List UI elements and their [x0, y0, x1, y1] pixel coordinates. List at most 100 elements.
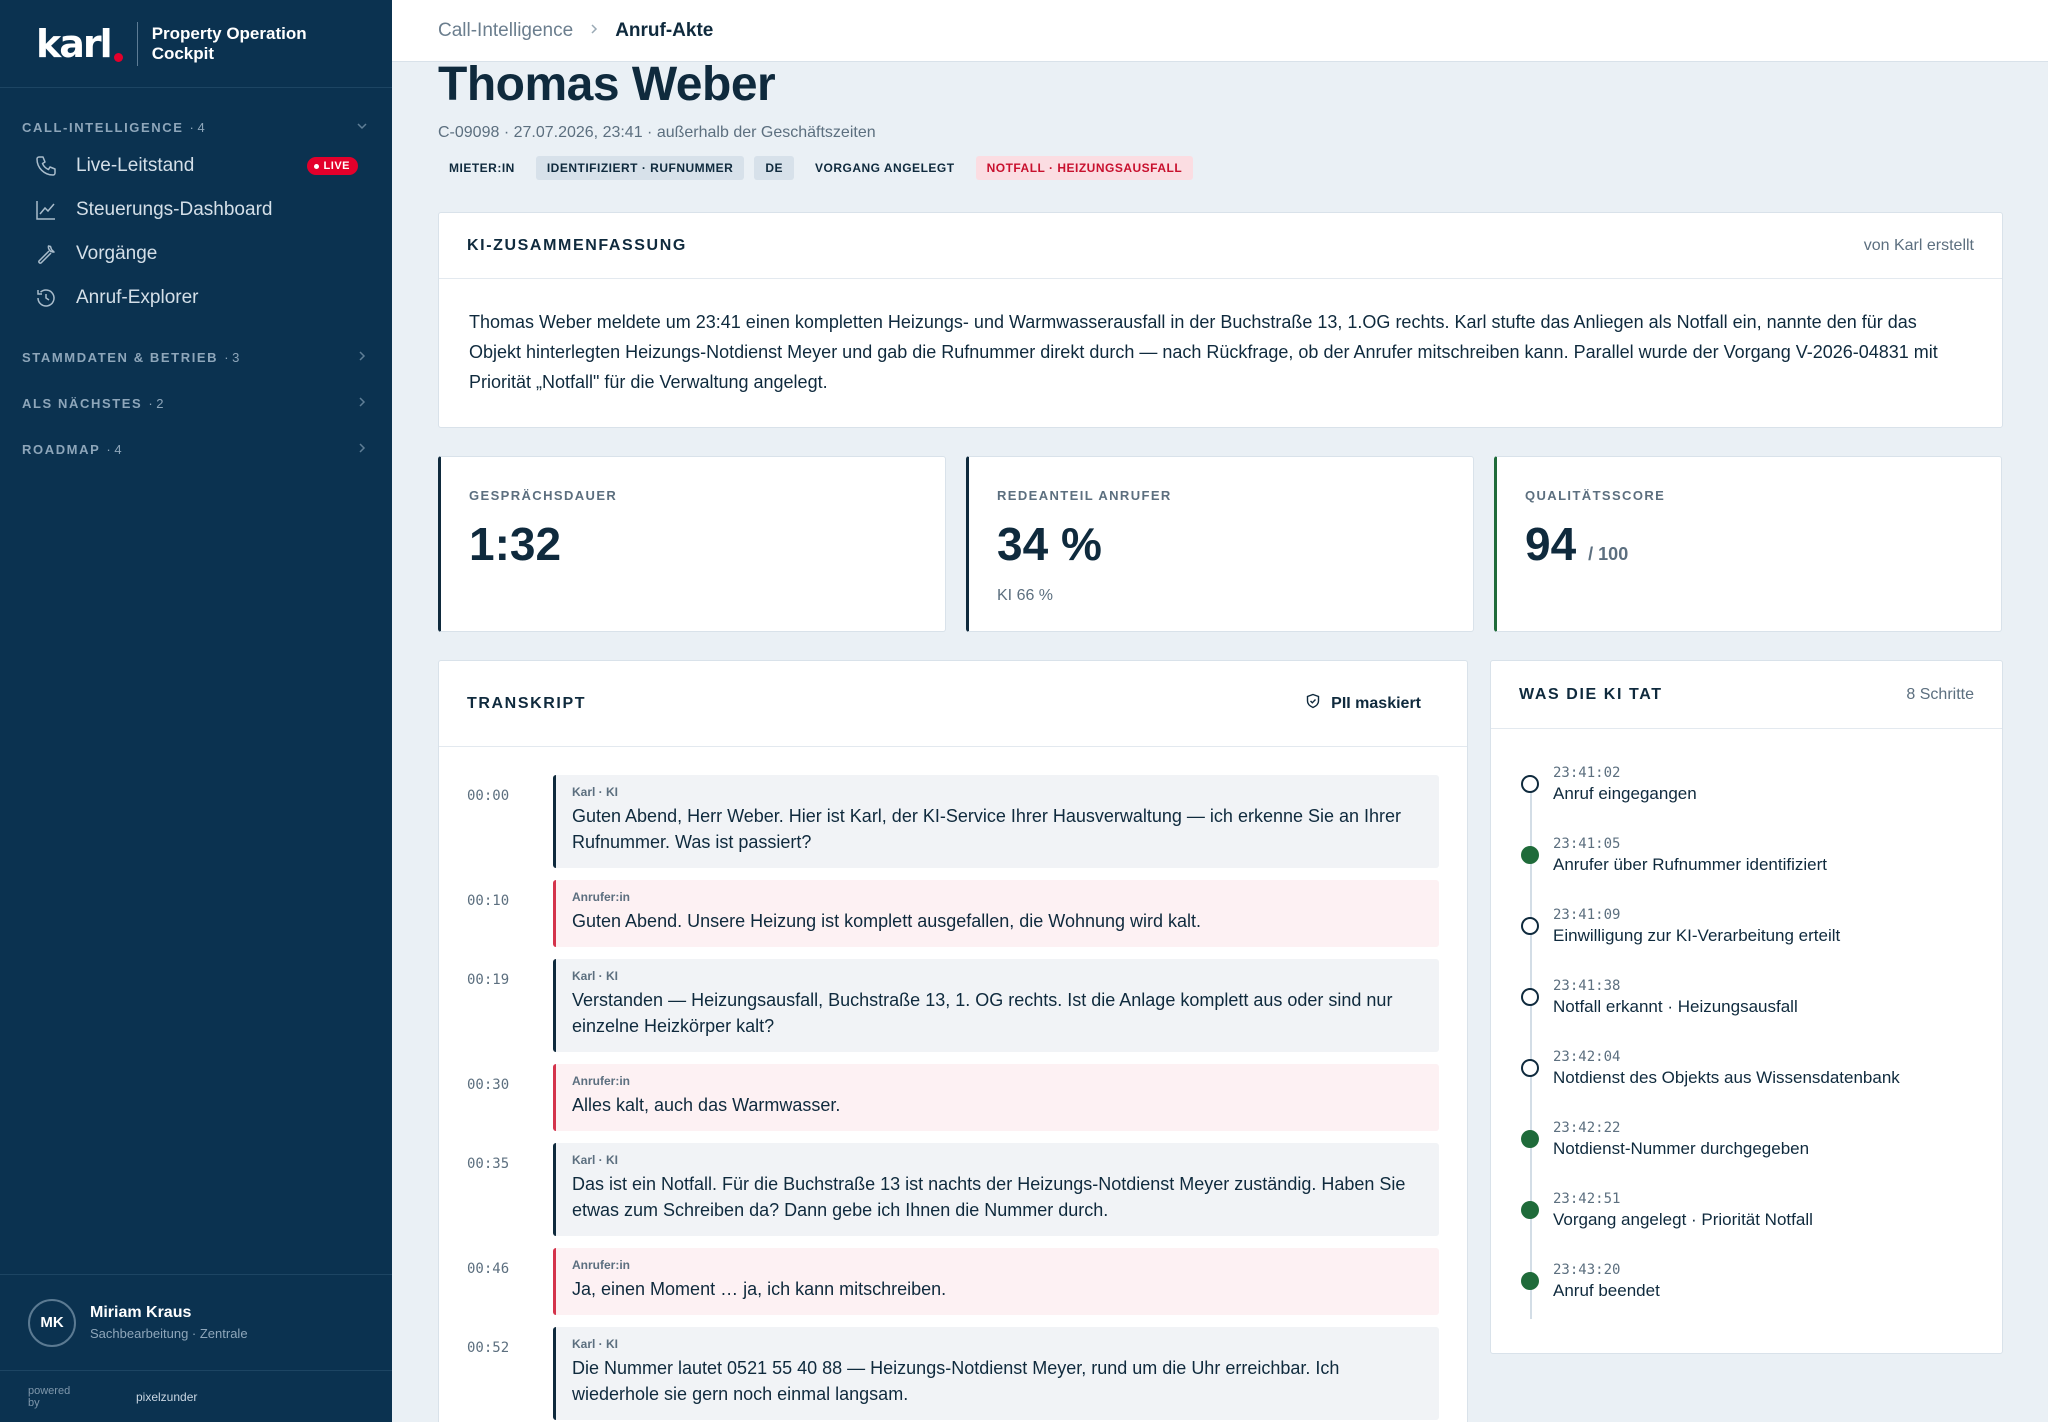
breadcrumb-current: Anruf-Akte	[615, 19, 714, 41]
transcript-message: 00:19 Karl · KI Verstanden — Heizungsaus…	[467, 959, 1439, 1052]
avatar: MK	[28, 1298, 76, 1347]
transcript-message: 00:10 Anrufer:in Guten Abend. Unsere Hei…	[467, 880, 1439, 947]
message-speaker: Karl · KI	[572, 969, 619, 983]
step-dot-open	[1521, 988, 1539, 1006]
tag-identified: IDENTIFIZIERT · RUFNUMMER	[535, 156, 745, 180]
breadcrumb-parent[interactable]: Call-Intelligence	[438, 20, 573, 42]
step-time: 23:41:09	[1553, 907, 1621, 923]
kpi-sub: KI 66 %	[997, 587, 1054, 604]
sidebar: karl Property Operation Cockpit CALL-INT…	[0, 0, 392, 1422]
kpi-caller-share: REDEANTEIL ANRUFER 34 % KI 66 %	[966, 456, 1474, 632]
sidebar-item-steuerungs-dashboard[interactable]: Steuerungs-Dashboard	[0, 188, 392, 232]
step-dot-done	[1521, 1201, 1539, 1219]
nav-section-call-intelligence[interactable]: CALL-INTELLIGENCE · 4	[0, 110, 392, 144]
kpi-call-duration: GESPRÄCHSDAUER 1:32	[438, 456, 946, 632]
transcript-card[interactable]: TRANSKRIPT PII maskiert 00:00 Karl · KI …	[438, 660, 1468, 1422]
breadcrumb: Call-Intelligence Anruf-Akte	[392, 0, 2048, 62]
brand[interactable]: karl Property Operation Cockpit	[0, 0, 392, 88]
message-time: 00:19	[467, 972, 510, 988]
message-speaker: Karl · KI	[572, 785, 619, 799]
timeline-step: 23:41:09 Einwilligung zur KI-Verarbeitun…	[1519, 907, 1974, 978]
step-time: 23:42:22	[1553, 1120, 1621, 1136]
message-text: Verstanden — Heizungsausfall, Buchstraße…	[572, 990, 1393, 1036]
user-role: Sachbearbeitung · Zentrale	[90, 1326, 248, 1341]
timeline-step: 23:41:05 Anrufer über Rufnummer identifi…	[1519, 836, 1974, 907]
chevron-right-icon	[356, 442, 368, 457]
tag-case-created: VORGANG ANGELEGT	[815, 161, 955, 175]
steps-count: 8 Schritte	[1906, 685, 1974, 703]
user-name: Miriam Kraus	[90, 1304, 192, 1321]
step-label: Notdienst des Objekts aus Wissensdatenba…	[1553, 1068, 1900, 1087]
message-text: Die Nummer lautet 0521 55 40 88 — Heizun…	[572, 1358, 1340, 1404]
message-time: 00:52	[467, 1340, 510, 1356]
step-label: Anrufer über Rufnummer identifiziert	[1553, 855, 1828, 874]
chevron-right-icon	[356, 350, 368, 365]
chart-icon	[34, 198, 58, 222]
tag-role: MIETER:IN	[449, 161, 515, 175]
transcript-message: 00:52 Karl · KI Die Nummer lautet 0521 5…	[467, 1327, 1439, 1420]
sidebar-item-vorgaenge[interactable]: Vorgänge	[0, 232, 392, 276]
kpi-quality-score: QUALITÄTSSCORE 94/ 100	[1494, 456, 2002, 632]
ai-steps-card: WAS DIE KI TAT 8 Schritte 23:41:02 Anruf…	[1490, 660, 2003, 1354]
pii-masked-toggle[interactable]: PII maskiert	[1305, 693, 1421, 714]
sidebar-item-live-leitstand[interactable]: Live-Leitstand LIVE	[0, 144, 392, 188]
steps-title: WAS DIE KI TAT	[1519, 685, 1663, 703]
tag-emergency: NOTFALL · HEIZUNGSAUSFALL	[975, 156, 1194, 180]
step-timeline: 23:41:02 Anruf eingegangen 23:41:05 Anru…	[1491, 729, 2002, 1333]
message-text: Ja, einen Moment … ja, ich kann mitschre…	[572, 1279, 947, 1299]
message-text: Das ist ein Notfall. Für die Buchstraße …	[572, 1174, 1406, 1220]
transcript-message: 00:35 Karl · KI Das ist ein Notfall. Für…	[467, 1143, 1439, 1236]
step-label: Einwilligung zur KI-Verarbeitung erteilt	[1553, 926, 1841, 945]
sidebar-item-anruf-explorer[interactable]: Anruf-Explorer	[0, 276, 392, 320]
step-dot-done	[1521, 1130, 1539, 1148]
transcript-message: 00:46 Anrufer:in Ja, einen Moment … ja, …	[467, 1248, 1439, 1315]
kpi-value: 94	[1525, 518, 1577, 570]
message-time: 00:35	[467, 1156, 510, 1172]
message-time: 00:30	[467, 1077, 510, 1093]
message-text: Alles kalt, auch das Warmwasser.	[572, 1095, 841, 1115]
timeline-step: 23:41:38 Notfall erkannt · Heizungsausfa…	[1519, 978, 1974, 1049]
step-dot-open	[1521, 775, 1539, 793]
nav-section-als-naechstes[interactable]: ALS NÄCHSTES · 2	[0, 380, 392, 426]
history-icon	[34, 286, 58, 310]
step-label: Anruf beendet	[1553, 1281, 1660, 1300]
step-time: 23:43:20	[1553, 1262, 1621, 1278]
step-dot-done	[1521, 846, 1539, 864]
step-time: 23:41:05	[1553, 836, 1621, 852]
message-text: Guten Abend, Herr Weber. Hier ist Karl, …	[572, 806, 1402, 852]
step-label: Vorgang angelegt · Priorität Notfall	[1553, 1210, 1813, 1229]
timeline-step: 23:41:02 Anruf eingegangen	[1519, 765, 1974, 836]
step-dot-done	[1521, 1272, 1539, 1290]
nav-section-stammdaten[interactable]: STAMMDATEN & BETRIEB · 3	[0, 334, 392, 380]
user-profile[interactable]: MK Miriam Kraus Sachbearbeitung · Zentra…	[0, 1274, 392, 1370]
step-time: 23:42:51	[1553, 1191, 1621, 1207]
nav-section-roadmap[interactable]: ROADMAP · 4	[0, 426, 392, 472]
message-speaker: Anrufer:in	[572, 1258, 630, 1272]
step-label: Notfall erkannt · Heizungsausfall	[1553, 997, 1798, 1016]
tag-list: MIETER:IN IDENTIFIZIERT · RUFNUMMER DE V…	[438, 156, 2003, 180]
timeline-step: 23:43:20 Anruf beendet	[1519, 1262, 1974, 1333]
live-badge: LIVE	[306, 157, 358, 175]
transcript-title: TRANSKRIPT	[467, 694, 587, 712]
kpi-value: 34 %	[997, 518, 1102, 570]
chevron-right-icon	[356, 396, 368, 411]
message-text: Guten Abend. Unsere Heizung ist komplett…	[572, 911, 1202, 931]
karl-logo: karl	[36, 22, 123, 66]
step-time: 23:41:38	[1553, 978, 1621, 994]
wrench-icon	[34, 242, 58, 266]
tag-language: DE	[754, 156, 794, 180]
pixelzunder-logo: pixelzunder	[136, 1389, 198, 1404]
transcript-message: 00:00 Karl · KI Guten Abend, Herr Weber.…	[467, 775, 1439, 868]
transcript-message: 00:30 Anrufer:in Alles kalt, auch das Wa…	[467, 1064, 1439, 1131]
message-time: 00:46	[467, 1261, 510, 1277]
message-time: 00:10	[467, 893, 510, 909]
chevron-right-icon	[589, 22, 599, 39]
step-time: 23:41:02	[1553, 765, 1621, 781]
step-dot-open	[1521, 917, 1539, 935]
message-speaker: Anrufer:in	[572, 1074, 630, 1088]
timeline-step: 23:42:22 Notdienst-Nummer durchgegeben	[1519, 1120, 1974, 1191]
step-dot-open	[1521, 1059, 1539, 1077]
page-title: Thomas Weber	[438, 58, 776, 111]
message-speaker: Karl · KI	[572, 1153, 619, 1167]
kpi-value: 1:32	[469, 518, 562, 570]
